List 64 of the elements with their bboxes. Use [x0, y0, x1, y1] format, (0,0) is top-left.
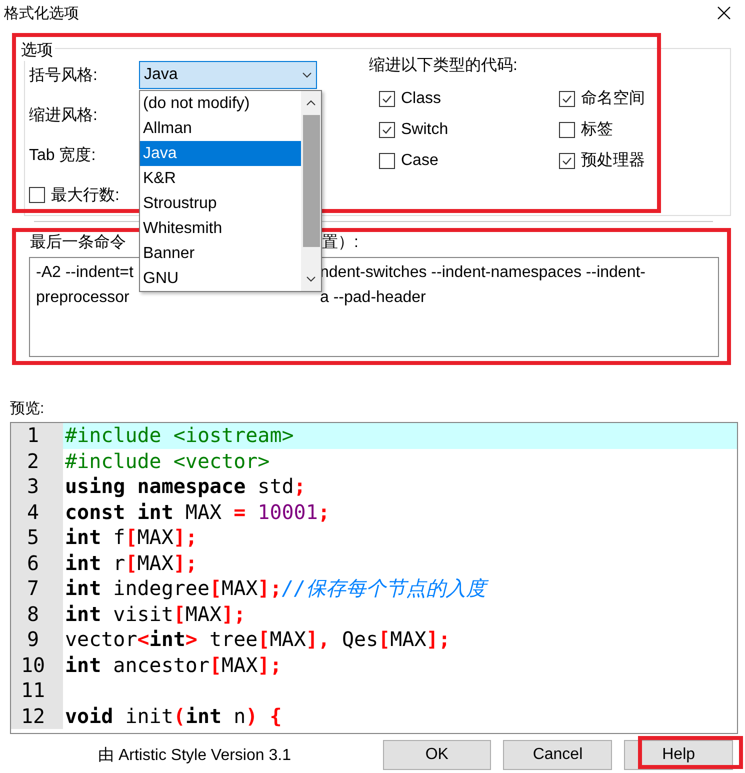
checkbox-label: Case [401, 152, 438, 170]
checkbox-label: 预处理器 [581, 150, 645, 171]
command-text: preprocessor [36, 288, 130, 308]
code-line: using namespace std; [64, 474, 307, 500]
preview-label: 预览: [10, 399, 46, 418]
line-number: 11 [11, 678, 63, 704]
window-title: 格式化选项 [4, 4, 79, 22]
code-line: int ancestor[MAX]; [64, 652, 283, 678]
command-label: 置）: [322, 233, 358, 253]
checkbox-label: Class [401, 90, 442, 108]
code-line: int r[MAX]; [64, 550, 198, 576]
checkbox[interactable] [379, 122, 395, 138]
checkbox[interactable] [559, 152, 575, 168]
line-number: 12 [11, 704, 63, 729]
field-label: Tab 宽度: [29, 146, 97, 166]
code-line: int f[MAX]; [64, 525, 198, 550]
close-icon[interactable] [717, 6, 731, 20]
code-line: vector<int> tree[MAX], Qes[MAX]; [64, 627, 452, 652]
section-heading: 缩进以下类型的代码: [369, 56, 518, 76]
line-number: 3 [11, 474, 63, 500]
dropdown-option[interactable]: (do not modify) [140, 91, 301, 116]
checkbox[interactable] [559, 122, 575, 138]
caret-icon [302, 72, 312, 78]
checkbox-label: Switch [401, 120, 448, 138]
checkbox-label: 标签 [581, 120, 613, 140]
dialog-button[interactable]: OK [382, 740, 492, 770]
command-text: -A2 --indent=t [36, 263, 134, 283]
code-line: #include <vector> [64, 448, 271, 474]
line-number: 6 [11, 550, 63, 576]
command-text: ndent-switches --indent-namespaces --indent- [320, 263, 646, 283]
line-number: 10 [11, 652, 63, 678]
dropdown-option[interactable]: Stroustrup [140, 191, 301, 216]
checkbox[interactable] [379, 152, 395, 168]
code-line: int visit[MAX]; [64, 602, 247, 627]
line-number: 1 [11, 423, 63, 448]
checkbox[interactable] [379, 90, 395, 106]
code-line: const int MAX = 10001; [64, 500, 331, 525]
line-number: 9 [11, 627, 63, 652]
dropdown-option[interactable]: Whitesmith [140, 216, 301, 241]
scroll-down-icon[interactable] [306, 276, 316, 282]
group-legend: 选项 [19, 40, 55, 61]
line-number: 8 [11, 602, 63, 627]
dropdown-option[interactable]: Allman [140, 116, 301, 141]
checkbox[interactable] [29, 187, 45, 203]
line-number: 5 [11, 525, 63, 550]
dropdown-option[interactable]: GNU [140, 266, 301, 291]
field-label: 括号风格: [29, 66, 98, 86]
dropdown-option[interactable]: Java [140, 141, 301, 166]
command-text: a --pad-header [320, 288, 426, 308]
code-line: int indegree[MAX];//保存每个节点的入度 [63, 576, 737, 602]
version-text: 由 Artistic Style Version 3.1 [98, 746, 292, 766]
scrollbar[interactable] [301, 91, 321, 291]
dropdown-option[interactable]: K&R [140, 166, 301, 191]
line-number: 2 [11, 448, 63, 474]
scroll-up-icon[interactable] [306, 100, 316, 106]
checkbox-label: 命名空间 [581, 88, 645, 109]
field-label: 缩进风格: [29, 106, 98, 126]
code-line: void init(int n) { [64, 704, 283, 729]
command-label: 最后一条命令 [30, 232, 126, 253]
checkbox[interactable] [559, 90, 575, 106]
dialog-button[interactable]: Cancel [503, 740, 612, 770]
line-number: 4 [11, 500, 63, 525]
line-number: 7 [11, 576, 63, 602]
checkbox-label: 最大行数: [51, 186, 120, 206]
